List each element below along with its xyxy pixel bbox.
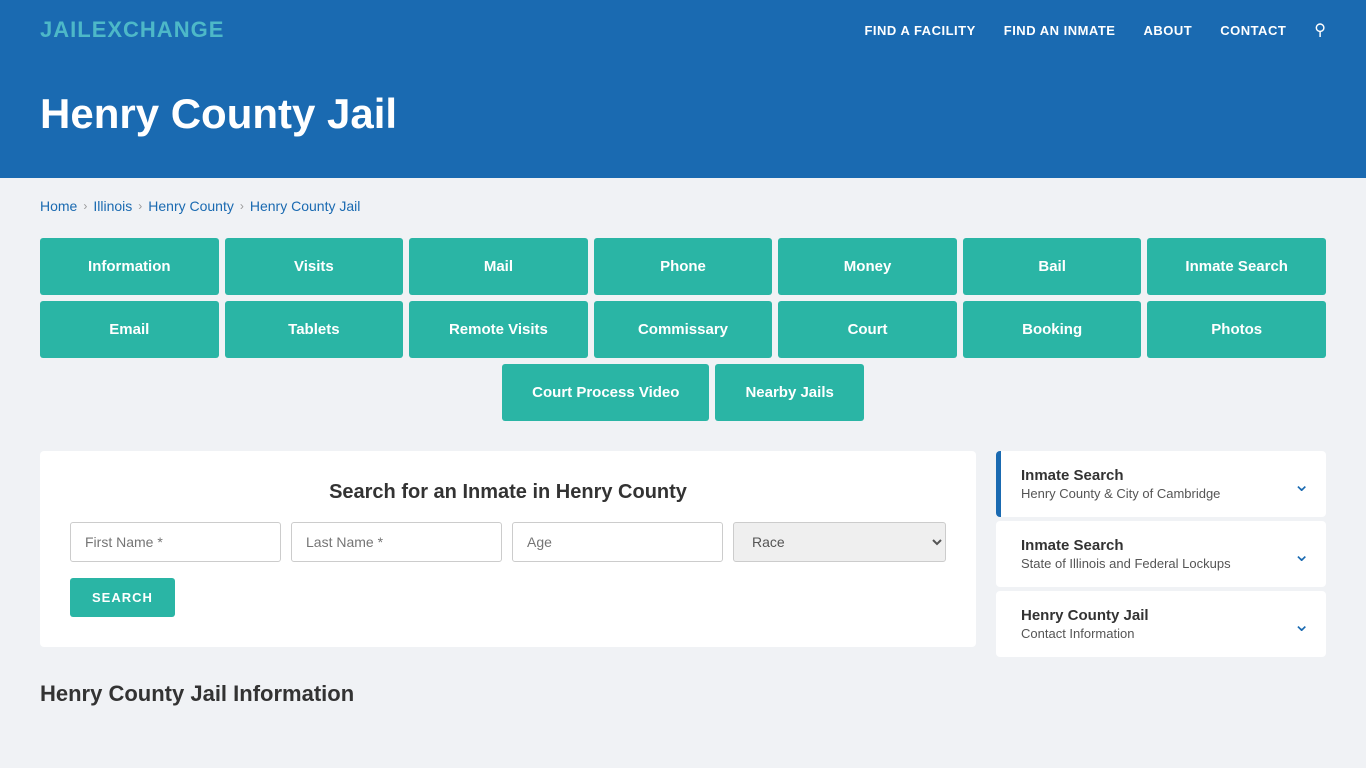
btn-money[interactable]: Money [778,238,957,295]
chevron-down-icon-2: ⌄ [1293,542,1310,567]
race-select[interactable]: Race White Black Hispanic Asian Other [733,522,946,562]
search-inputs: Race White Black Hispanic Asian Other [70,522,946,562]
search-form-title: Search for an Inmate in Henry County [70,481,946,504]
btn-court-process-video[interactable]: Court Process Video [502,364,709,421]
sidebar-item-sub-3: Contact Information [1021,626,1149,641]
age-input[interactable] [512,522,723,562]
btn-booking[interactable]: Booking [963,301,1142,358]
chevron-down-icon-1: ⌄ [1293,472,1310,497]
breadcrumb-sep-2: › [138,199,142,213]
breadcrumb-illinois[interactable]: Illinois [93,198,132,214]
btn-photos[interactable]: Photos [1147,301,1326,358]
breadcrumb-henry-county[interactable]: Henry County [148,198,234,214]
btn-bail[interactable]: Bail [963,238,1142,295]
search-icon[interactable]: ⚲ [1314,20,1326,40]
lower-section: Search for an Inmate in Henry County Rac… [40,451,1326,661]
logo-jail: JAIL [40,17,92,42]
logo[interactable]: JAILEXCHANGE [40,17,224,43]
bottom-section-title: Henry County Jail Information [40,681,1326,707]
bottom-section: Henry County Jail Information [40,681,1326,707]
hero-section: Henry County Jail [0,60,1366,178]
nav-links: FIND A FACILITY FIND AN INMATE ABOUT CON… [864,20,1326,40]
search-button[interactable]: SEARCH [70,578,175,617]
chevron-down-icon-3: ⌄ [1293,612,1310,637]
breadcrumb-current: Henry County Jail [250,198,361,214]
navbar: JAILEXCHANGE FIND A FACILITY FIND AN INM… [0,0,1366,60]
grid-row-1: Information Visits Mail Phone Money Bail… [40,238,1326,295]
sidebar-item-title-1: Inmate Search [1021,467,1220,484]
btn-inmate-search[interactable]: Inmate Search [1147,238,1326,295]
sidebar-item-inmate-search-henry[interactable]: Inmate Search Henry County & City of Cam… [996,451,1326,517]
sidebar-item-title-2: Inmate Search [1021,537,1231,554]
sidebar-item-sub-2: State of Illinois and Federal Lockups [1021,556,1231,571]
sidebar-item-contact[interactable]: Henry County Jail Contact Information ⌄ [996,591,1326,657]
sidebar-item-sub-1: Henry County & City of Cambridge [1021,486,1220,501]
contact-link[interactable]: CONTACT [1220,23,1286,38]
find-an-inmate-link[interactable]: FIND AN INMATE [1004,23,1116,38]
breadcrumb-sep-1: › [83,199,87,213]
btn-tablets[interactable]: Tablets [225,301,404,358]
search-form-box: Search for an Inmate in Henry County Rac… [40,451,976,647]
breadcrumb: Home › Illinois › Henry County › Henry C… [40,198,1326,214]
btn-visits[interactable]: Visits [225,238,404,295]
sidebar: Inmate Search Henry County & City of Cam… [996,451,1326,661]
btn-commissary[interactable]: Commissary [594,301,773,358]
find-a-facility-link[interactable]: FIND A FACILITY [864,23,975,38]
breadcrumb-sep-3: › [240,199,244,213]
btn-remote-visits[interactable]: Remote Visits [409,301,588,358]
logo-exchange: EXCHANGE [92,17,225,42]
first-name-input[interactable] [70,522,281,562]
last-name-input[interactable] [291,522,502,562]
btn-nearby-jails[interactable]: Nearby Jails [715,364,863,421]
btn-email[interactable]: Email [40,301,219,358]
breadcrumb-home[interactable]: Home [40,198,77,214]
about-link[interactable]: ABOUT [1143,23,1192,38]
sidebar-item-title-3: Henry County Jail [1021,607,1149,624]
main-area: Home › Illinois › Henry County › Henry C… [0,178,1366,727]
btn-court[interactable]: Court [778,301,957,358]
btn-information[interactable]: Information [40,238,219,295]
btn-phone[interactable]: Phone [594,238,773,295]
grid-row-3: Court Process Video Nearby Jails [40,364,1326,421]
btn-mail[interactable]: Mail [409,238,588,295]
page-title: Henry County Jail [40,90,1326,138]
sidebar-item-inmate-search-illinois[interactable]: Inmate Search State of Illinois and Fede… [996,521,1326,587]
grid-row-2: Email Tablets Remote Visits Commissary C… [40,301,1326,358]
